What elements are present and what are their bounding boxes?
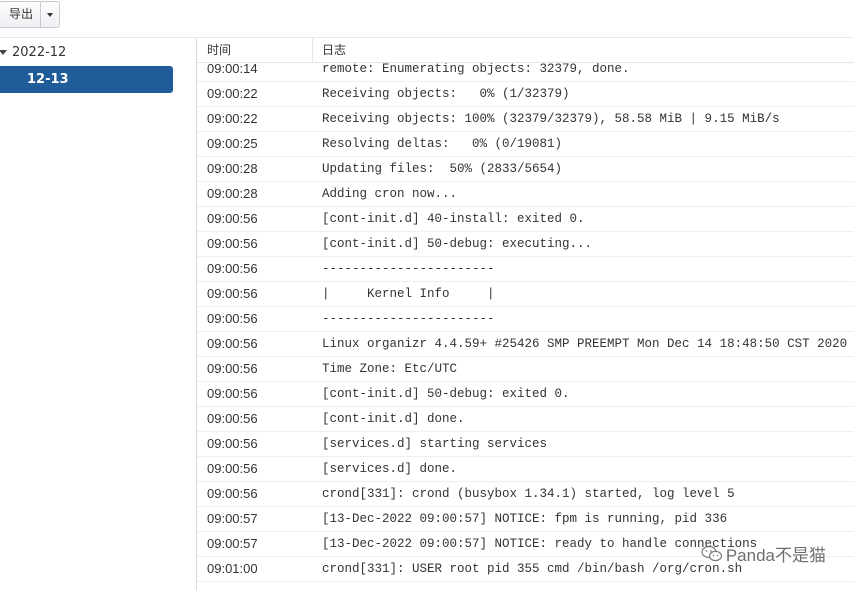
table-body[interactable]: 09:00:14 remote: Enumerating objects: 323… bbox=[197, 63, 854, 590]
cell-log: ----------------------- bbox=[322, 262, 495, 276]
cell-log: Resolving deltas: 0% (0/19081) bbox=[322, 137, 563, 151]
cell-log: [13-Dec-2022 09:00:57] NOTICE: fpm is ru… bbox=[322, 512, 728, 526]
table-row[interactable]: 09:00:56 ----------------------- bbox=[197, 307, 854, 332]
caret-down-icon bbox=[47, 12, 54, 17]
cell-time: 09:00:14 bbox=[207, 63, 258, 76]
cell-time: 09:00:56 bbox=[207, 336, 258, 351]
cell-log: crond[331]: USER root pid 355 cmd /bin/b… bbox=[322, 562, 743, 576]
cell-time: 09:00:56 bbox=[207, 461, 258, 476]
tree-node-day-selected[interactable]: 12-13 bbox=[0, 66, 173, 93]
cell-time: 09:00:56 bbox=[207, 311, 258, 326]
cell-log: [13-Dec-2022 09:00:57] NOTICE: ready to … bbox=[322, 537, 758, 551]
table-row[interactable]: 09:00:22 Receiving objects: 100% (32379/3… bbox=[197, 107, 854, 132]
table-row[interactable]: 09:00:57 [13-Dec-2022 09:00:57] NOTICE: f… bbox=[197, 507, 854, 532]
cell-time: 09:00:56 bbox=[207, 486, 258, 501]
cell-time: 09:00:25 bbox=[207, 136, 258, 151]
table-row[interactable]: 09:00:28 Adding cron now... bbox=[197, 182, 854, 207]
cell-time: 09:00:57 bbox=[207, 511, 258, 526]
cell-time: 09:00:22 bbox=[207, 111, 258, 126]
table-row[interactable]: 09:00:56 ----------------------- bbox=[197, 257, 854, 282]
table-row[interactable]: 09:00:56 [cont-init.d] 50-debug: executin… bbox=[197, 232, 854, 257]
table-row[interactable]: 09:00:56 Time Zone: Etc/UTC bbox=[197, 357, 854, 382]
table-row[interactable]: 09:00:56 [cont-init.d] 50-debug: exited 0… bbox=[197, 382, 854, 407]
tree-year-label: 2022-12 bbox=[12, 44, 67, 60]
cell-log: [cont-init.d] 40-install: exited 0. bbox=[322, 212, 585, 226]
cell-time: 09:01:00 bbox=[207, 561, 258, 576]
cell-time: 09:00:28 bbox=[207, 161, 258, 176]
cell-time: 09:00:56 bbox=[207, 236, 258, 251]
table-row[interactable]: 09:00:56 | Kernel Info | bbox=[197, 282, 854, 307]
cell-log: Receiving objects: 0% (1/32379) bbox=[322, 87, 570, 101]
cell-time: 09:00:22 bbox=[207, 86, 258, 101]
table-rows: 09:00:14 remote: Enumerating objects: 323… bbox=[197, 63, 854, 582]
table-row[interactable]: 09:00:56 crond[331]: crond (busybox 1.34.… bbox=[197, 482, 854, 507]
toolbar: 导出 bbox=[0, 0, 854, 34]
table-row[interactable]: 09:00:57 [13-Dec-2022 09:00:57] NOTICE: r… bbox=[197, 532, 854, 557]
table-row[interactable]: 09:00:22 Receiving objects: 0% (1/32379) bbox=[197, 82, 854, 107]
cell-log: Time Zone: Etc/UTC bbox=[322, 362, 458, 376]
cell-time: 09:00:56 bbox=[207, 286, 258, 301]
cell-time: 09:00:56 bbox=[207, 386, 258, 401]
cell-time: 09:00:56 bbox=[207, 261, 258, 276]
column-header-time[interactable]: 时间 bbox=[197, 38, 313, 62]
cell-log: [cont-init.d] done. bbox=[322, 412, 465, 426]
table-row[interactable]: 09:01:00 crond[331]: USER root pid 355 cm… bbox=[197, 557, 854, 582]
column-header-log[interactable]: 日志 bbox=[313, 38, 854, 62]
cell-log: [cont-init.d] 50-debug: executing... bbox=[322, 237, 593, 251]
cell-log: Adding cron now... bbox=[322, 187, 458, 201]
cell-log: crond[331]: crond (busybox 1.34.1) start… bbox=[322, 487, 735, 501]
table-header: 时间 日志 bbox=[197, 38, 854, 63]
cell-time: 09:00:56 bbox=[207, 436, 258, 451]
cell-time: 09:00:56 bbox=[207, 361, 258, 376]
cell-log: ----------------------- bbox=[322, 312, 495, 326]
cell-time: 09:00:28 bbox=[207, 186, 258, 201]
table-row[interactable]: 09:00:25 Resolving deltas: 0% (0/19081) bbox=[197, 132, 854, 157]
cell-log: Updating files: 50% (2833/5654) bbox=[322, 162, 563, 176]
cell-time: 09:00:56 bbox=[207, 211, 258, 226]
table-row[interactable]: 09:00:56 [services.d] done. bbox=[197, 457, 854, 482]
table-row[interactable]: 09:00:14 remote: Enumerating objects: 323… bbox=[197, 63, 854, 82]
table-row[interactable]: 09:00:56 [cont-init.d] 40-install: exited… bbox=[197, 207, 854, 232]
cell-time: 09:00:56 bbox=[207, 411, 258, 426]
cell-log: [cont-init.d] 50-debug: exited 0. bbox=[322, 387, 570, 401]
expand-arrow-icon[interactable] bbox=[0, 49, 7, 55]
cell-log: Linux organizr 4.4.59+ #25426 SMP PREEMP… bbox=[322, 337, 854, 351]
cell-log: [services.d] done. bbox=[322, 462, 458, 476]
export-dropdown-button[interactable] bbox=[40, 2, 59, 27]
table-row[interactable]: 09:00:56 [services.d] starting services bbox=[197, 432, 854, 457]
cell-log: [services.d] starting services bbox=[322, 437, 548, 451]
date-tree-sidebar: 2022-12 12-13 bbox=[0, 37, 196, 590]
table-row[interactable]: 09:00:28 Updating files: 50% (2833/5654) bbox=[197, 157, 854, 182]
table-row[interactable]: 09:00:56 [cont-init.d] done. bbox=[197, 407, 854, 432]
export-button[interactable]: 导出 bbox=[0, 2, 40, 27]
table-row[interactable]: 09:00:56 Linux organizr 4.4.59+ #25426 SM… bbox=[197, 332, 854, 357]
cell-log: | Kernel Info | bbox=[322, 287, 495, 301]
cell-log: remote: Enumerating objects: 32379, done… bbox=[322, 63, 630, 76]
tree-node-year[interactable]: 2022-12 bbox=[0, 41, 66, 63]
export-button-group: 导出 bbox=[0, 1, 61, 28]
cell-time: 09:00:57 bbox=[207, 536, 258, 551]
log-table: 时间 日志 09:00:14 remote: Enumerating object… bbox=[196, 37, 854, 590]
cell-log: Receiving objects: 100% (32379/32379), 5… bbox=[322, 112, 780, 126]
